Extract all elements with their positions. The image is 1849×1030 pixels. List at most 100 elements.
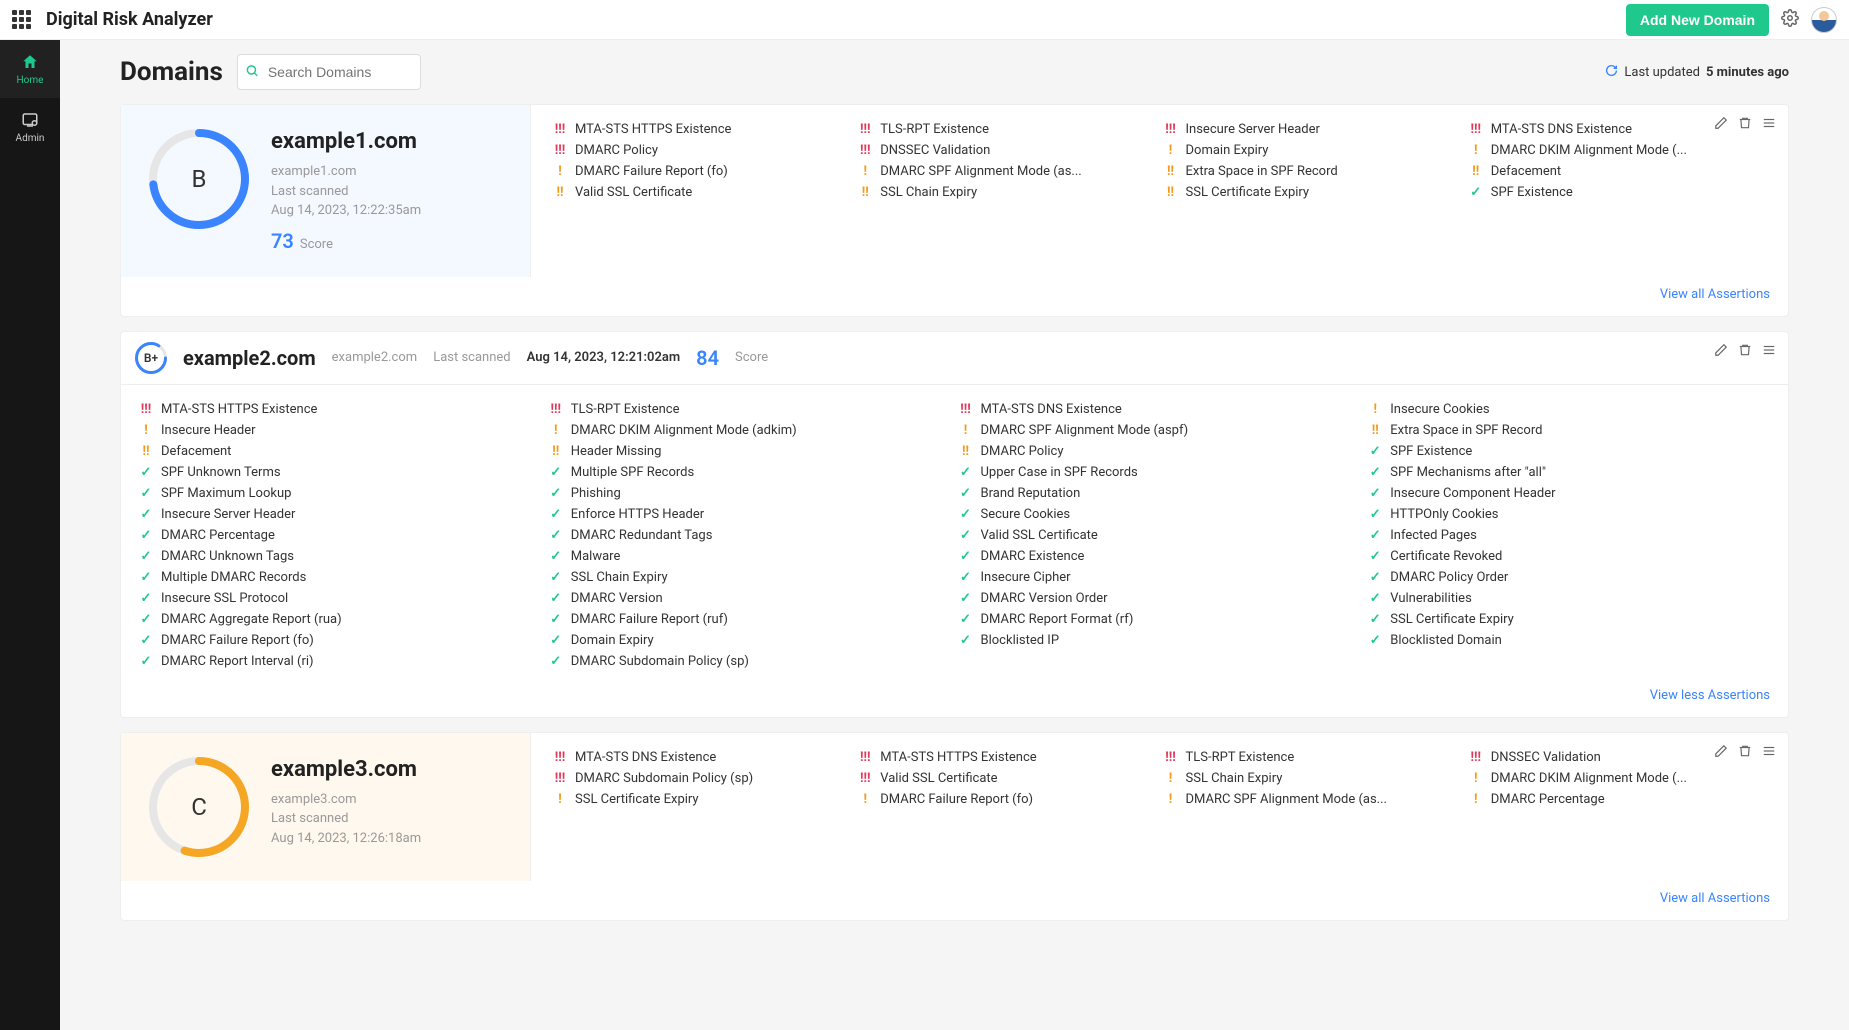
nav-home[interactable]: Home (0, 40, 60, 98)
assertion-row[interactable]: ✓SSL Certificate Expiry (1368, 609, 1770, 630)
assertion-row[interactable]: ✓DMARC Existence (959, 546, 1361, 567)
assertion-row[interactable]: !!!MTA-STS DNS Existence (959, 399, 1361, 420)
menu-icon[interactable] (1762, 342, 1776, 361)
assertion-row[interactable]: ✓Phishing (549, 483, 951, 504)
refresh-icon[interactable] (1605, 64, 1618, 81)
view-assertions-link[interactable]: View all Assertions (121, 881, 1788, 920)
assertion-row[interactable]: !Insecure Header (139, 420, 541, 441)
assertion-row[interactable]: !!Valid SSL Certificate (553, 182, 850, 203)
domain-name[interactable]: example3.com (271, 757, 421, 782)
assertion-row[interactable]: !!!TLS-RPT Existence (1164, 747, 1461, 768)
delete-icon[interactable] (1738, 342, 1752, 361)
assertion-row[interactable]: ✓SPF Maximum Lookup (139, 483, 541, 504)
assertion-row[interactable]: ✓Valid SSL Certificate (959, 525, 1361, 546)
apps-menu-icon[interactable] (12, 10, 32, 30)
assertion-row[interactable]: ✓DMARC Aggregate Report (rua) (139, 609, 541, 630)
assertion-row[interactable]: ✓SPF Existence (1368, 441, 1770, 462)
assertion-row[interactable]: ✓Malware (549, 546, 951, 567)
nav-admin[interactable]: Admin (0, 98, 60, 156)
assertion-row[interactable]: ✓Multiple DMARC Records (139, 567, 541, 588)
assertion-row[interactable]: ✓SSL Chain Expiry (549, 567, 951, 588)
assertion-row[interactable]: ✓SPF Unknown Terms (139, 462, 541, 483)
assertion-row[interactable]: ✓SPF Mechanisms after "all" (1368, 462, 1770, 483)
assertion-row[interactable]: !!Extra Space in SPF Record (1164, 161, 1461, 182)
assertion-row[interactable]: !!SSL Certificate Expiry (1164, 182, 1461, 203)
assertion-row[interactable]: ✓HTTPOnly Cookies (1368, 504, 1770, 525)
assertion-row[interactable]: !!SSL Chain Expiry (858, 182, 1155, 203)
assertion-row[interactable]: ✓DMARC Subdomain Policy (sp) (549, 651, 951, 672)
assertion-row[interactable]: ✓Enforce HTTPS Header (549, 504, 951, 525)
assertion-row[interactable]: !DMARC DKIM Alignment Mode (adkim) (549, 420, 951, 441)
assertion-row[interactable]: ✓DMARC Version Order (959, 588, 1361, 609)
assertion-row[interactable]: ✓DMARC Policy Order (1368, 567, 1770, 588)
assertion-row[interactable]: ✓Secure Cookies (959, 504, 1361, 525)
edit-icon[interactable] (1714, 115, 1728, 134)
domain-name[interactable]: example2.com (183, 346, 316, 370)
assertion-row[interactable]: !Domain Expiry (1164, 140, 1461, 161)
assertion-row[interactable]: !DMARC SPF Alignment Mode (as... (858, 161, 1155, 182)
assertion-row[interactable]: !!!DMARC Policy (553, 140, 850, 161)
assertion-row[interactable]: ✓DMARC Redundant Tags (549, 525, 951, 546)
assertion-row[interactable]: !!!MTA-STS HTTPS Existence (139, 399, 541, 420)
assertion-row[interactable]: !DMARC Failure Report (fo) (553, 161, 850, 182)
assertion-row[interactable]: ✓Multiple SPF Records (549, 462, 951, 483)
assertion-row[interactable]: ✓DMARC Percentage (139, 525, 541, 546)
assertion-row[interactable]: ✓Insecure Cipher (959, 567, 1361, 588)
assertion-row[interactable]: ✓Vulnerabilities (1368, 588, 1770, 609)
assertion-row[interactable]: ✓Upper Case in SPF Records (959, 462, 1361, 483)
assertion-row[interactable]: ✓Infected Pages (1368, 525, 1770, 546)
assertion-row[interactable]: !!!Insecure Server Header (1164, 119, 1461, 140)
assertion-row[interactable]: !!!MTA-STS HTTPS Existence (858, 747, 1155, 768)
assertion-row[interactable]: ✓SPF Existence (1469, 182, 1766, 203)
assertion-row[interactable]: ✓Domain Expiry (549, 630, 951, 651)
assertion-row[interactable]: ✓Blocklisted Domain (1368, 630, 1770, 651)
edit-icon[interactable] (1714, 342, 1728, 361)
menu-icon[interactable] (1762, 115, 1776, 134)
assertion-row[interactable]: !!Header Missing (549, 441, 951, 462)
assertion-row[interactable]: ✓Blocklisted IP (959, 630, 1361, 651)
assertion-row[interactable]: !!!TLS-RPT Existence (549, 399, 951, 420)
settings-gear-icon[interactable] (1781, 9, 1799, 31)
assertion-status-icon: ✓ (139, 486, 153, 501)
add-new-domain-button[interactable]: Add New Domain (1626, 4, 1769, 36)
assertion-row[interactable]: ✓Insecure Server Header (139, 504, 541, 525)
assertion-row[interactable]: ✓DMARC Unknown Tags (139, 546, 541, 567)
assertion-row[interactable]: !!Defacement (1469, 161, 1766, 182)
delete-icon[interactable] (1738, 743, 1752, 762)
assertion-row[interactable]: ✓DMARC Version (549, 588, 951, 609)
assertion-row[interactable]: !!!DNSSEC Validation (858, 140, 1155, 161)
assertion-row[interactable]: !DMARC Percentage (1469, 789, 1766, 810)
assertion-row[interactable]: !DMARC DKIM Alignment Mode (... (1469, 768, 1766, 789)
assertion-row[interactable]: !!!MTA-STS HTTPS Existence (553, 119, 850, 140)
assertion-row[interactable]: ✓Insecure Component Header (1368, 483, 1770, 504)
assertion-row[interactable]: ✓DMARC Failure Report (fo) (139, 630, 541, 651)
edit-icon[interactable] (1714, 743, 1728, 762)
assertion-row[interactable]: ✓DMARC Report Interval (ri) (139, 651, 541, 672)
assertion-row[interactable]: ✓DMARC Failure Report (ruf) (549, 609, 951, 630)
assertion-row[interactable]: !DMARC SPF Alignment Mode (aspf) (959, 420, 1361, 441)
assertion-row[interactable]: !DMARC DKIM Alignment Mode (... (1469, 140, 1766, 161)
assertion-row[interactable]: ✓DMARC Report Format (rf) (959, 609, 1361, 630)
view-assertions-link[interactable]: View all Assertions (121, 277, 1788, 316)
assertion-row[interactable]: !DMARC Failure Report (fo) (858, 789, 1155, 810)
search-input[interactable] (237, 54, 421, 90)
assertion-row[interactable]: ✓Brand Reputation (959, 483, 1361, 504)
assertion-row[interactable]: ✓Insecure SSL Protocol (139, 588, 541, 609)
assertion-row[interactable]: !!!DMARC Subdomain Policy (sp) (553, 768, 850, 789)
assertion-row[interactable]: !!!MTA-STS DNS Existence (553, 747, 850, 768)
assertion-row[interactable]: !SSL Certificate Expiry (553, 789, 850, 810)
assertion-row[interactable]: !!Extra Space in SPF Record (1368, 420, 1770, 441)
assertion-row[interactable]: !Insecure Cookies (1368, 399, 1770, 420)
assertion-row[interactable]: !DMARC SPF Alignment Mode (as... (1164, 789, 1461, 810)
assertion-row[interactable]: !!DMARC Policy (959, 441, 1361, 462)
assertion-row[interactable]: !!!TLS-RPT Existence (858, 119, 1155, 140)
assertion-row[interactable]: !SSL Chain Expiry (1164, 768, 1461, 789)
user-avatar[interactable] (1811, 7, 1837, 33)
view-assertions-link[interactable]: View less Assertions (121, 678, 1788, 717)
assertion-row[interactable]: ✓Certificate Revoked (1368, 546, 1770, 567)
assertion-row[interactable]: !!!Valid SSL Certificate (858, 768, 1155, 789)
domain-name[interactable]: example1.com (271, 129, 421, 154)
assertion-row[interactable]: !!Defacement (139, 441, 541, 462)
menu-icon[interactable] (1762, 743, 1776, 762)
delete-icon[interactable] (1738, 115, 1752, 134)
